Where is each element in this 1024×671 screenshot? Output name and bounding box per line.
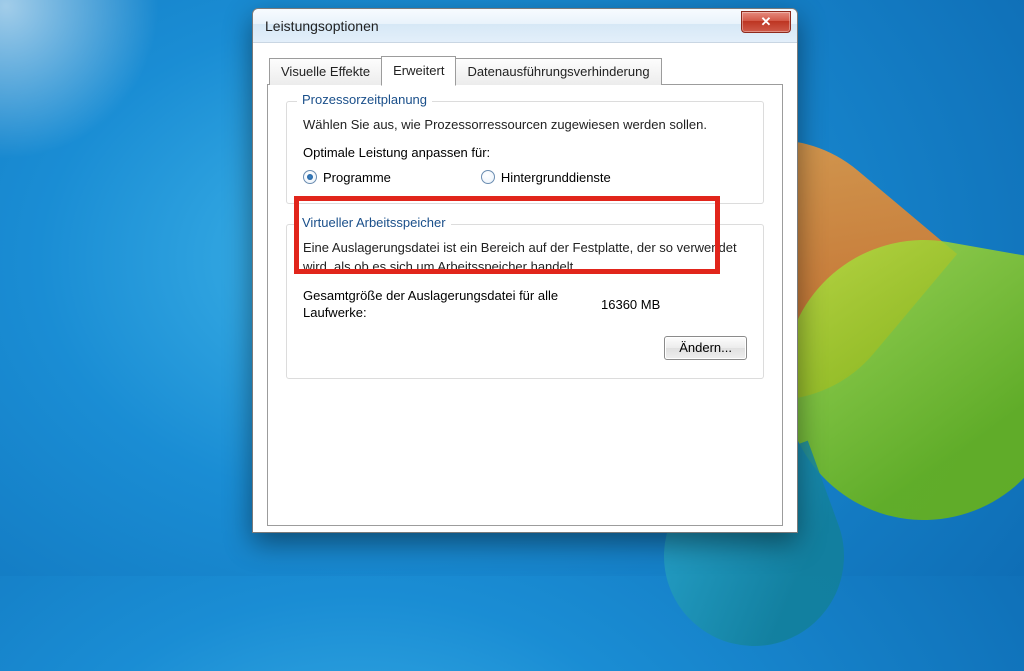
radio-programs[interactable]: Programme: [303, 170, 391, 185]
processor-desc: Wählen Sie aus, wie Prozessorressourcen …: [303, 116, 747, 135]
group-processor-scheduling: Prozessorzeitplanung Wählen Sie aus, wie…: [286, 101, 764, 204]
tab-visual-effects[interactable]: Visuelle Effekte: [269, 58, 382, 85]
titlebar[interactable]: Leistungsoptionen ✕: [253, 9, 797, 43]
change-button[interactable]: Ändern...: [664, 336, 747, 360]
radio-background-dot-icon: [481, 170, 495, 184]
group-virtual-memory: Virtueller Arbeitsspeicher Eine Auslager…: [286, 224, 764, 379]
adjust-for-label: Optimale Leistung anpassen für:: [303, 145, 747, 160]
close-icon: ✕: [761, 14, 772, 30]
vm-total-value: 16360 MB: [601, 297, 660, 312]
window-title: Leistungsoptionen: [265, 18, 379, 34]
radio-background-label: Hintergrunddienste: [501, 170, 611, 185]
tab-advanced[interactable]: Erweitert: [381, 56, 456, 86]
vm-desc: Eine Auslagerungsdatei ist ein Bereich a…: [303, 239, 747, 277]
radio-programs-dot-icon: [303, 170, 317, 184]
tab-row: Visuelle Effekte Erweitert Datenausführu…: [267, 55, 783, 85]
tab-panel-advanced: Prozessorzeitplanung Wählen Sie aus, wie…: [267, 84, 783, 526]
performance-options-dialog: Leistungsoptionen ✕ Visuelle Effekte Erw…: [252, 8, 798, 533]
bg-flare: [0, 0, 160, 160]
group-processor-legend: Prozessorzeitplanung: [297, 92, 432, 107]
radio-background-services[interactable]: Hintergrunddienste: [481, 170, 611, 185]
tab-dep[interactable]: Datenausführungsverhinderung: [455, 58, 661, 85]
radio-programs-label: Programme: [323, 170, 391, 185]
vm-total-label: Gesamtgröße der Auslagerungsdatei für al…: [303, 287, 583, 322]
close-button[interactable]: ✕: [741, 11, 791, 33]
group-vm-legend: Virtueller Arbeitsspeicher: [297, 215, 451, 230]
